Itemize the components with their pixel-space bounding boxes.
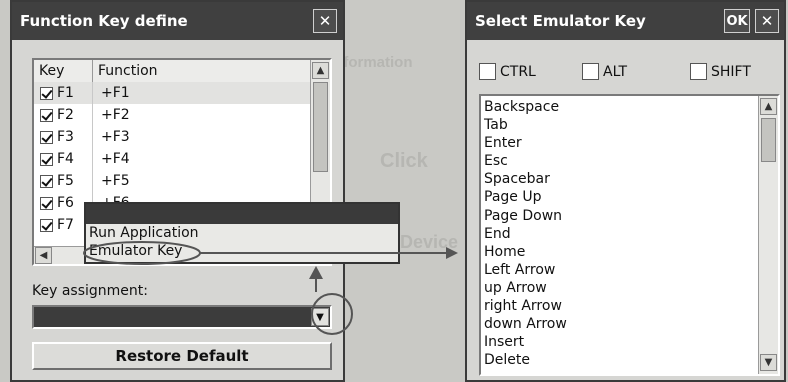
assignment-dropdown-list: Run Application Emulator Key xyxy=(84,202,400,264)
row-checkbox[interactable] xyxy=(40,174,53,188)
ctrl-checkbox[interactable] xyxy=(479,63,496,80)
emulator-key-dialog: Select Emulator Key OK ✕ CTRL ALT SHIFT … xyxy=(465,0,786,382)
column-header-function[interactable]: Function xyxy=(98,63,158,79)
row-checkbox[interactable] xyxy=(40,108,53,122)
modifier-shift[interactable]: SHIFT xyxy=(690,63,751,80)
chevron-down-icon: ▼ xyxy=(764,357,773,368)
row-key: F3 xyxy=(57,129,74,145)
row-function: +F1 xyxy=(101,85,130,101)
list-item[interactable]: Home xyxy=(481,243,757,261)
row-checkbox[interactable] xyxy=(40,86,53,100)
alt-checkbox[interactable] xyxy=(582,63,599,80)
list-item[interactable]: up Arrow xyxy=(481,279,757,297)
row-key: F5 xyxy=(57,173,74,189)
row-checkbox[interactable] xyxy=(40,196,53,210)
chevron-down-icon: ▼ xyxy=(316,311,324,323)
row-function: +F2 xyxy=(101,107,130,123)
dropdown-button[interactable]: ▼ xyxy=(311,308,329,326)
shift-checkbox[interactable] xyxy=(690,63,707,80)
list-item[interactable]: Insert xyxy=(481,333,757,351)
key-list-scrollbar[interactable]: ▲ ▼ xyxy=(758,96,778,374)
list-item[interactable]: Delete xyxy=(481,351,757,369)
function-key-dialog: Function Key define ✕ Key Function F1 +F… xyxy=(10,0,345,382)
list-item[interactable]: Page Up xyxy=(481,188,757,206)
close-button[interactable]: ✕ xyxy=(313,9,337,33)
row-function: +F3 xyxy=(101,129,130,145)
scroll-down-button[interactable]: ▼ xyxy=(760,354,777,371)
close-icon: ✕ xyxy=(318,12,332,30)
scroll-thumb[interactable] xyxy=(761,118,776,162)
dropdown-item-emulator-key[interactable]: Emulator Key xyxy=(86,242,398,260)
row-checkbox[interactable] xyxy=(40,218,53,232)
list-item[interactable]: right Arrow xyxy=(481,297,757,315)
row-key: F2 xyxy=(57,107,74,123)
restore-default-label: Restore Default xyxy=(115,347,249,365)
chevron-left-icon: ◀ xyxy=(39,250,48,261)
list-item[interactable]: down Arrow xyxy=(481,315,757,333)
list-item[interactable]: Backspace xyxy=(481,98,757,116)
dropdown-list-header xyxy=(86,204,398,224)
chevron-up-icon: ▲ xyxy=(316,65,325,76)
close-icon: ✕ xyxy=(760,12,774,30)
restore-default-button[interactable]: Restore Default xyxy=(32,342,332,370)
key-assignment-label: Key assignment: xyxy=(32,283,148,299)
ok-label: OK xyxy=(726,13,748,29)
ctrl-label: CTRL xyxy=(500,63,536,80)
chevron-up-icon: ▲ xyxy=(764,101,773,112)
list-item[interactable]: Esc xyxy=(481,152,757,170)
table-row[interactable]: F1 +F1 xyxy=(34,82,310,104)
close-button[interactable]: ✕ xyxy=(755,9,779,33)
grid-header: Key Function xyxy=(34,60,310,83)
alt-label: ALT xyxy=(603,63,628,80)
shift-label: SHIFT xyxy=(711,63,751,80)
column-header-key[interactable]: Key xyxy=(39,63,64,79)
dropdown-item-run-application[interactable]: Run Application xyxy=(86,224,398,242)
list-item[interactable]: End xyxy=(481,225,757,243)
row-function: +F4 xyxy=(101,151,130,167)
function-key-dialog-title: Function Key define xyxy=(20,12,188,30)
modifier-ctrl[interactable]: CTRL xyxy=(479,63,536,80)
list-item[interactable]: Tab xyxy=(481,116,757,134)
table-row[interactable]: F3 +F3 xyxy=(34,126,310,148)
row-key: F4 xyxy=(57,151,74,167)
background-text-2: Click xyxy=(380,150,428,172)
key-list-body: Backspace Tab Enter Esc Spacebar Page Up… xyxy=(481,98,757,369)
table-row[interactable]: F5 +F5 xyxy=(34,170,310,192)
row-key: F1 xyxy=(57,85,74,101)
list-item[interactable]: Enter xyxy=(481,134,757,152)
scroll-left-button[interactable]: ◀ xyxy=(35,247,52,264)
emulator-key-dialog-title: Select Emulator Key xyxy=(475,12,646,30)
key-assignment-combobox[interactable]: ▼ xyxy=(32,305,332,329)
ok-button[interactable]: OK xyxy=(724,9,750,33)
scroll-thumb[interactable] xyxy=(313,82,328,172)
modifier-alt[interactable]: ALT xyxy=(582,63,627,80)
scroll-up-button[interactable]: ▲ xyxy=(760,98,777,115)
row-checkbox[interactable] xyxy=(40,152,53,166)
scroll-up-button[interactable]: ▲ xyxy=(312,62,329,79)
list-item[interactable]: Spacebar xyxy=(481,170,757,188)
row-function: +F5 xyxy=(101,173,130,189)
list-item[interactable]: Page Down xyxy=(481,207,757,225)
emulator-key-list: Backspace Tab Enter Esc Spacebar Page Up… xyxy=(479,94,780,376)
table-row[interactable]: F4 +F4 xyxy=(34,148,310,170)
background-text-3: Device xyxy=(400,232,459,252)
function-key-titlebar: Function Key define xyxy=(12,2,343,40)
row-checkbox[interactable] xyxy=(40,130,53,144)
table-row[interactable]: F2 +F2 xyxy=(34,104,310,126)
list-item[interactable]: Left Arrow xyxy=(481,261,757,279)
